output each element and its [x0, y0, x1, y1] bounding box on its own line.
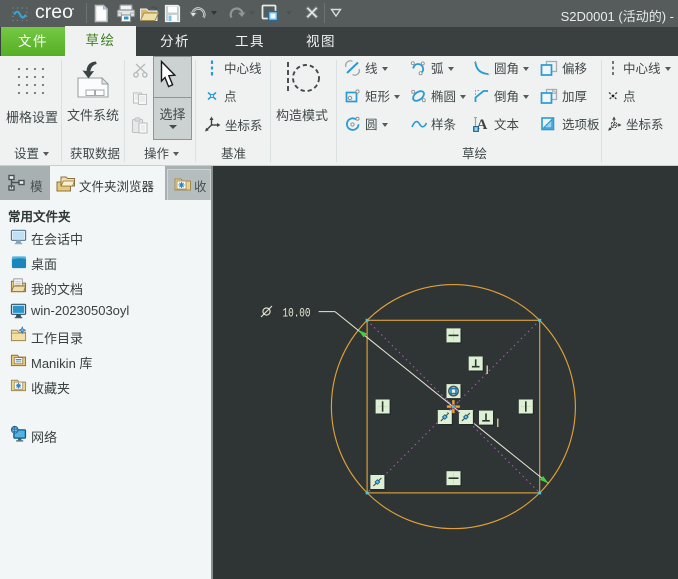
svg-text:10.00: 10.00 — [283, 307, 311, 321]
